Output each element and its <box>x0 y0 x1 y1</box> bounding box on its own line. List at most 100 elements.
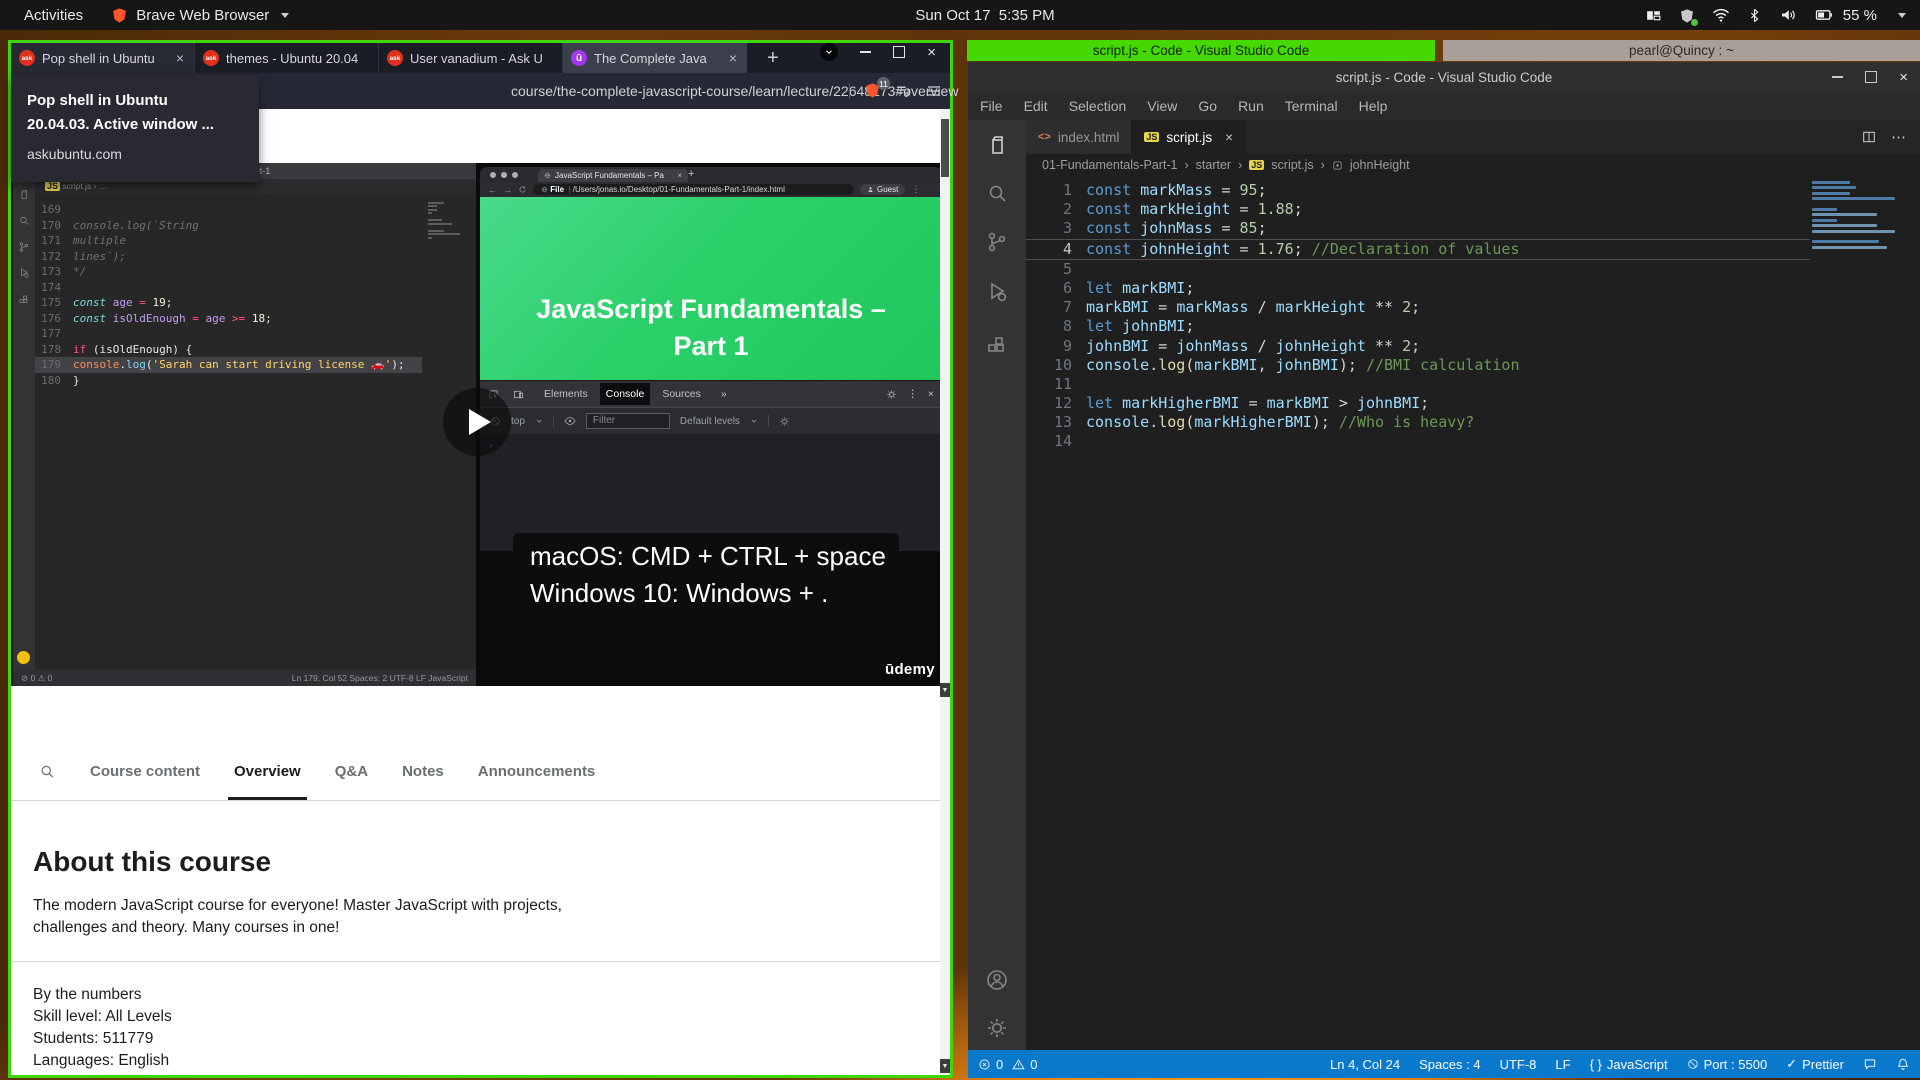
settings-gear-icon[interactable] <box>985 1016 1009 1040</box>
minimize-button[interactable] <box>1832 76 1844 78</box>
vscode-breadcrumb[interactable]: 01-Fundamentals-Part-1 › starter › JS script.… <box>1026 154 1920 176</box>
code-line[interactable]: 178 if (isOldEnough) { <box>35 342 422 358</box>
code-line[interactable]: 11 <box>1026 375 1810 394</box>
code-line[interactable]: 12 let markHigherBMI = markBMI > johnBMI; <box>1026 394 1810 413</box>
run-debug-icon[interactable] <box>985 280 1009 304</box>
code-line[interactable]: 177 <box>35 326 422 342</box>
menu-selection[interactable]: Selection <box>1069 98 1127 114</box>
app-menu-button[interactable]: Brave Web Browser <box>111 7 290 24</box>
bell-icon[interactable] <box>1896 1057 1910 1071</box>
code-line[interactable]: 172 lines`); <box>35 249 422 265</box>
code-line[interactable]: 6 let markBMI; <box>1026 279 1810 298</box>
code-line[interactable]: 10 console.log(markBMI, johnBMI); //BMI c… <box>1026 356 1810 375</box>
wifi-icon[interactable] <box>1712 6 1730 24</box>
volume-icon[interactable] <box>1779 6 1797 24</box>
search-icon[interactable] <box>985 182 1009 206</box>
battery-icon[interactable] <box>1814 5 1834 25</box>
status-item[interactable]: Port : 5500 <box>1687 1057 1767 1072</box>
browser-tab[interactable]: ask themes - Ubuntu 20.04 <box>195 43 379 73</box>
course-nav-item[interactable]: Announcements <box>478 743 596 800</box>
breadcrumb-item[interactable]: script.js <box>1271 158 1313 172</box>
video-player[interactable]: entals-Part-1 JS script.js › … 169170con… <box>11 163 940 686</box>
shell-tab-terminal[interactable]: pearl@Quincy : ~ <box>1443 40 1920 61</box>
vscode-titlebar[interactable]: script.js - Code - Visual Studio Code × <box>968 62 1920 92</box>
problems-status[interactable]: 0 0 <box>978 1057 1037 1072</box>
code-line[interactable]: 174 <box>35 280 422 296</box>
code-line[interactable]: 171 multiple <box>35 233 422 249</box>
close-button[interactable]: × <box>927 45 936 60</box>
chevron-down-icon[interactable] <box>1898 12 1906 18</box>
minimize-button[interactable] <box>860 51 872 53</box>
status-item[interactable]: LF <box>1555 1057 1570 1072</box>
scrollbar-thumb[interactable] <box>941 119 949 177</box>
scroll-down-button[interactable]: ▼ <box>940 683 950 697</box>
course-nav-item[interactable]: Overview <box>228 743 307 800</box>
scroll-down-button[interactable]: ▼ <box>940 1059 950 1073</box>
code-line[interactable]: 1 const markMass = 95; <box>1026 181 1810 200</box>
course-nav-item[interactable]: Notes <box>402 743 444 800</box>
code-line[interactable]: 13 console.log(markHigherBMI); //Who is h… <box>1026 413 1810 432</box>
bluetooth-icon[interactable] <box>1747 8 1762 23</box>
code-line[interactable]: 5 <box>1026 260 1810 279</box>
tab-close-icon[interactable]: × <box>174 50 186 66</box>
menu-view[interactable]: View <box>1147 98 1177 114</box>
menu-run[interactable]: Run <box>1238 98 1264 114</box>
code-line[interactable]: 4 const johnHeight = 1.76; //Declaration … <box>1026 238 1810 260</box>
menu-edit[interactable]: Edit <box>1024 98 1048 114</box>
shell-tab-vscode[interactable]: script.js - Code - Visual Studio Code <box>967 40 1435 61</box>
menu-icon[interactable] <box>926 83 942 99</box>
search-icon[interactable] <box>38 763 56 781</box>
extensions-icon[interactable] <box>985 332 1009 356</box>
status-item[interactable]: Spaces : 4 <box>1419 1057 1480 1072</box>
menu-file[interactable]: File <box>980 98 1003 114</box>
browser-tab[interactable]: ū The Complete Java × <box>563 43 747 73</box>
playlist-icon[interactable] <box>895 83 912 100</box>
source-control-icon[interactable] <box>985 230 1009 254</box>
page-scrollbar[interactable]: ▼ ▼ <box>940 109 950 1075</box>
new-tab-button[interactable]: + <box>755 47 791 70</box>
status-item[interactable]: ✓ Prettier <box>1786 1056 1844 1072</box>
code-line[interactable]: 179 console.log('Sarah can start driving … <box>35 357 422 373</box>
code-line[interactable]: 173 */ <box>35 264 422 280</box>
breadcrumb-item[interactable]: johnHeight <box>1350 158 1410 172</box>
editor-tab[interactable]: JS script.js × <box>1132 120 1247 154</box>
tab-close-icon[interactable]: × <box>727 50 739 66</box>
code-line[interactable]: 7 markBMI = markMass / markHeight ** 2; <box>1026 298 1810 317</box>
breadcrumb-item[interactable]: starter <box>1196 158 1231 172</box>
code-line[interactable]: 170 console.log(`String <box>35 218 422 234</box>
play-button[interactable] <box>443 388 511 456</box>
status-item[interactable]: UTF-8 <box>1500 1057 1537 1072</box>
browser-tab[interactable]: ask User vanadium - Ask U <box>379 43 563 73</box>
code-line[interactable]: 2 const markHeight = 1.88; <box>1026 200 1810 219</box>
editor-more-icon[interactable]: ⋯ <box>1891 128 1906 146</box>
course-nav-item[interactable]: Course content <box>90 743 200 800</box>
brave-shield-button[interactable]: 11 <box>864 77 890 100</box>
clock[interactable]: Sun Oct 17 5:35 PM <box>915 7 1054 24</box>
activities-button[interactable]: Activities <box>24 7 83 24</box>
system-indicators[interactable]: 55 % <box>1645 5 1906 26</box>
code-line[interactable]: 175 const age = 19; <box>35 295 422 311</box>
tab-search-button[interactable] <box>820 43 839 61</box>
maximize-button[interactable] <box>893 46 906 58</box>
menu-go[interactable]: Go <box>1198 98 1217 114</box>
tiling-icon[interactable] <box>1645 7 1662 24</box>
shield-indicator[interactable] <box>1679 6 1698 26</box>
vscode-editor[interactable]: 1 const markMass = 95; 2 const markHeight =… <box>1026 176 1920 1050</box>
editor-tab[interactable]: <> index.html <box>1026 120 1133 154</box>
status-item[interactable]: { } JavaScript <box>1590 1057 1668 1072</box>
code-line[interactable]: 180} <box>35 373 422 389</box>
menu-help[interactable]: Help <box>1359 98 1388 114</box>
status-item[interactable]: Ln 4, Col 24 <box>1330 1057 1400 1072</box>
course-nav-item[interactable]: Q&A <box>335 743 368 800</box>
code-line[interactable]: 9 johnBMI = johnMass / johnHeight ** 2; <box>1026 337 1810 356</box>
explorer-icon[interactable] <box>985 134 1009 158</box>
code-line[interactable]: 176 const isOldEnough = age >= 18; <box>35 311 422 327</box>
maximize-button[interactable] <box>1865 71 1878 83</box>
code-line[interactable]: 14 <box>1026 432 1810 451</box>
menu-terminal[interactable]: Terminal <box>1285 98 1338 114</box>
account-icon[interactable] <box>985 968 1009 992</box>
code-line[interactable]: 3 const johnMass = 85; <box>1026 219 1810 238</box>
split-editor-icon[interactable] <box>1861 129 1877 145</box>
close-button[interactable]: × <box>1899 70 1908 85</box>
feedback-icon[interactable] <box>1863 1057 1877 1071</box>
